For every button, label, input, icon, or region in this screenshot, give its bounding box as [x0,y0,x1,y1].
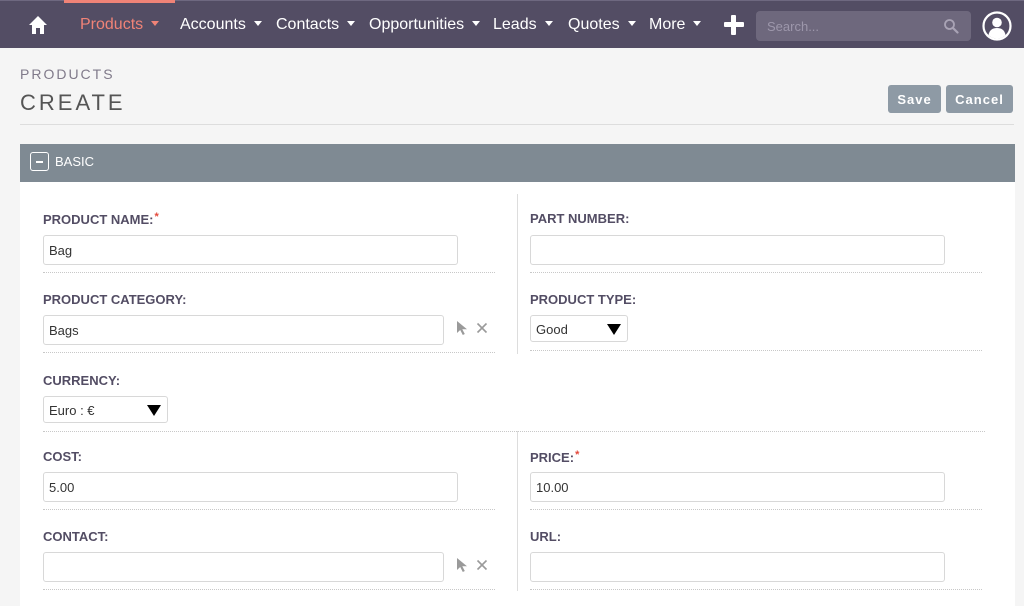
module-title: PRODUCTS [20,66,115,82]
search-box [756,11,971,41]
row-divider [530,509,982,510]
contact-input[interactable] [43,552,444,582]
row-divider [530,272,982,273]
part-number-label: PART NUMBER: [530,211,630,226]
currency-label: CURRENCY: [43,373,121,388]
caret-down-icon [472,21,481,26]
save-button[interactable]: Save [888,85,941,113]
panel-title: BASIC [55,154,95,169]
caret-down-icon [627,21,636,26]
nav-item-accounts[interactable]: Accounts [180,1,262,49]
caret-down-icon [544,21,553,26]
select-cursor-icon[interactable] [456,320,470,336]
select-value: Euro : € [49,403,95,418]
caret-down-icon [347,21,356,26]
row-divider [43,352,495,353]
price-input[interactable] [530,472,945,502]
nav-item-more[interactable]: More [649,1,702,49]
label-text: PRICE: [530,450,575,465]
row-divider [43,509,495,510]
basic-panel: BASIC PRODUCT NAME:* PART NUMBER: PRODUC… [20,144,1015,606]
clear-icon[interactable] [476,559,488,571]
url-input[interactable] [530,552,945,582]
nav-label: Products [80,16,144,33]
currency-select[interactable]: Euro : € [43,396,168,423]
caret-down-icon [151,21,160,26]
nav-label: Contacts [276,16,340,33]
nav-label: Leads [493,16,537,33]
home-icon[interactable] [27,14,49,36]
nav-item-opportunities[interactable]: Opportunities [369,1,481,49]
product-category-input[interactable] [43,315,444,345]
nav-item-leads[interactable]: Leads [493,1,553,49]
dropdown-arrow-icon [607,324,621,335]
row-divider [530,350,982,351]
nav-label: More [649,16,686,33]
part-number-input[interactable] [530,235,945,265]
column-divider [517,431,518,591]
price-label: PRICE:* [530,449,579,465]
column-divider [517,194,518,354]
nav-label: Quotes [568,16,620,33]
plus-icon[interactable] [724,15,744,35]
product-type-label: PRODUCT TYPE: [530,292,637,307]
url-label: URL: [530,529,562,544]
cost-label: COST: [43,449,82,464]
select-cursor-icon[interactable] [456,557,470,573]
collapse-icon[interactable] [30,152,49,171]
search-icon[interactable] [943,18,959,34]
required-marker: * [575,449,580,461]
product-category-label: PRODUCT CATEGORY: [43,292,187,307]
nav-item-products[interactable]: Products [63,0,176,49]
clear-icon[interactable] [476,322,488,334]
row-divider [43,431,985,432]
top-navbar: Products Accounts Contacts Opportunities… [0,0,1024,48]
nav-label: Opportunities [369,16,465,33]
product-name-input[interactable] [43,235,458,265]
caret-down-icon [693,21,702,26]
nav-item-quotes[interactable]: Quotes [568,1,636,49]
product-type-select[interactable]: Good [530,315,628,342]
nav-label: Accounts [180,16,246,33]
label-text: PRODUCT NAME: [43,212,154,227]
user-profile-icon[interactable] [982,11,1012,41]
product-name-label: PRODUCT NAME:* [43,211,159,227]
required-marker: * [154,211,159,223]
row-divider [43,272,495,273]
select-value: Good [536,322,568,337]
header-divider [20,124,1014,125]
cost-input[interactable] [43,472,458,502]
caret-down-icon [253,21,262,26]
page-title: CREATE [20,90,126,115]
search-input[interactable] [756,11,936,41]
cancel-button[interactable]: Cancel [946,85,1013,113]
dropdown-arrow-icon [147,405,161,416]
contact-label: CONTACT: [43,529,109,544]
nav-item-contacts[interactable]: Contacts [276,1,356,49]
row-divider [43,589,495,590]
row-divider [530,589,982,590]
panel-header[interactable]: BASIC [20,144,1015,182]
